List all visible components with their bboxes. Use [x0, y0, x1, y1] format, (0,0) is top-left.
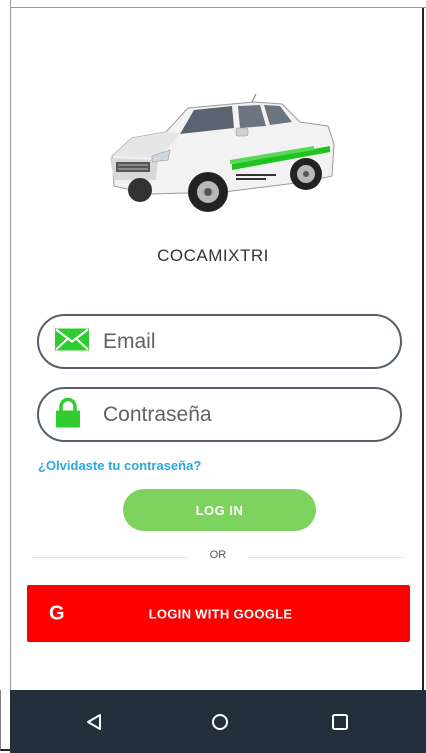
- password-input[interactable]: [101, 397, 380, 432]
- email-input[interactable]: [101, 324, 380, 359]
- divider-left: [32, 557, 188, 558]
- password-field[interactable]: [37, 387, 402, 442]
- app-name: COCAMIXTRI: [157, 246, 269, 265]
- google-login-label: LOGIN WITH GOOGLE: [148, 606, 293, 621]
- pickup-truck-image: [110, 94, 335, 212]
- screen-edge: [0, 0, 11, 690]
- envelope-icon: [55, 328, 89, 355]
- recent-apps-square-icon[interactable]: [320, 702, 360, 742]
- lock-icon: [55, 397, 81, 432]
- google-login-button[interactable]: G LOGIN WITH GOOGLE: [27, 585, 410, 642]
- or-separator: OR: [209, 549, 227, 561]
- status-bar-edge: [0, 0, 426, 8]
- home-circle-icon[interactable]: [200, 702, 240, 742]
- navigation-bar: [10, 690, 426, 753]
- divider-right: [248, 557, 406, 558]
- back-triangle-icon[interactable]: [74, 702, 114, 742]
- email-field[interactable]: [37, 314, 402, 369]
- login-button[interactable]: LOG IN: [123, 489, 316, 531]
- forgot-password-link[interactable]: ¿Olvidaste tu contraseña?: [38, 458, 201, 473]
